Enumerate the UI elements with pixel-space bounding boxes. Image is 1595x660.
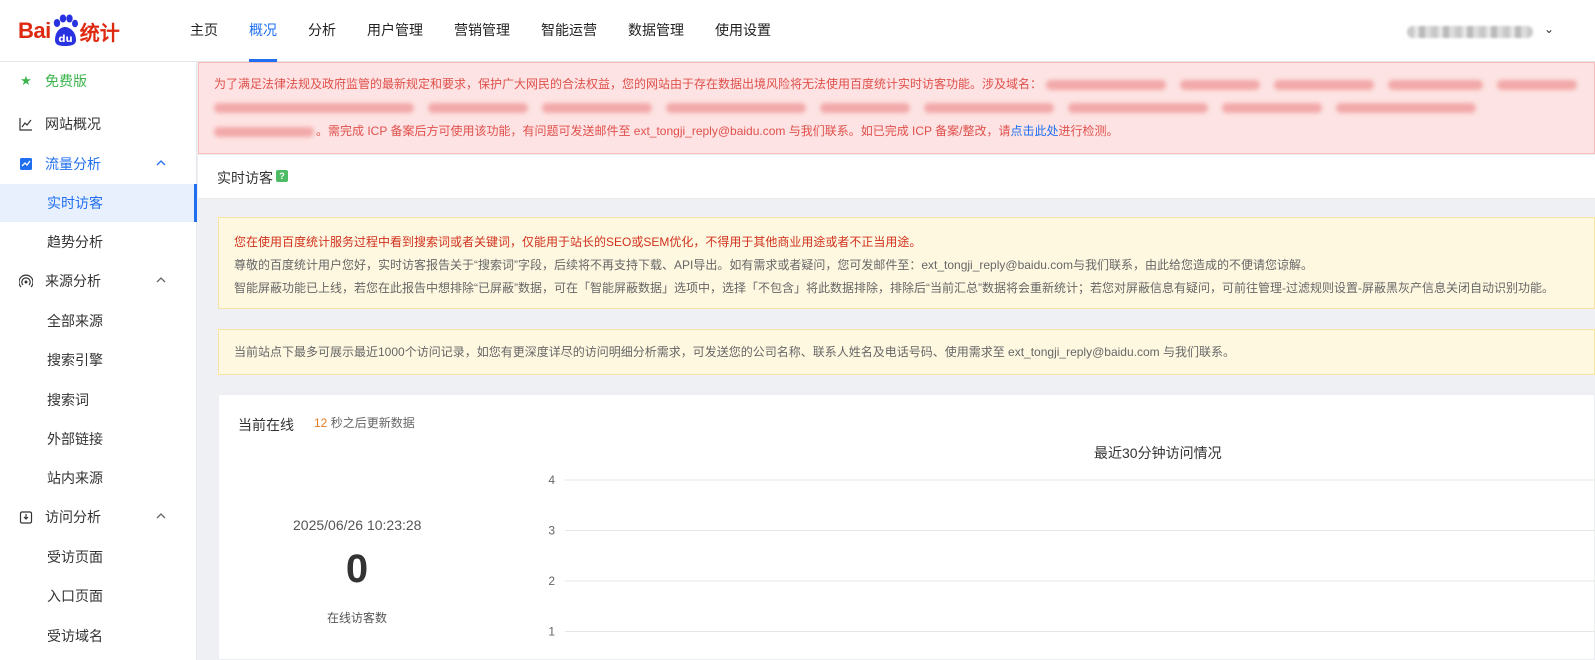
logo-text-bai: Bai	[18, 18, 51, 43]
user-menu-chevron-icon[interactable]: ⌄	[1544, 22, 1554, 36]
baidu-tongji-logo[interactable]: Bai du 统计	[18, 12, 120, 50]
chevron-up-icon[interactable]	[155, 510, 167, 522]
redacted-domain	[666, 103, 806, 114]
alert-text: 为了满足法律法规及政府监管的最新规定和要求，保护广大网民的合法权益，您的网站由于…	[214, 77, 1043, 92]
sidebar-section-source-analysis[interactable]: 来源分析	[0, 262, 197, 300]
sidebar-item-search-engines[interactable]: 搜索引擎	[0, 341, 197, 379]
nav-item-settings[interactable]: 使用设置	[715, 0, 771, 62]
alert-text: 进行检测。	[1058, 124, 1119, 139]
sidebar-item-free-version[interactable]: ★ 免费版	[0, 62, 197, 100]
redacted-domain	[1180, 79, 1261, 90]
record-limit-notice: 当前站点下最多可展示最近1000个访问记录，如您有更深度详尽的访问明细分析需求，…	[218, 329, 1595, 375]
sidebar-item-label: 访问分析	[45, 509, 101, 525]
notice-warning-text: 您在使用百度统计服务过程中看到搜索词或者关键词，仅能用于站长的SEO或SEM优化…	[234, 235, 922, 249]
logo-text-du: du	[58, 34, 72, 45]
traffic-chart-icon	[18, 156, 34, 172]
redacted-domain	[1274, 79, 1375, 90]
countdown-seconds: 12	[314, 416, 328, 430]
nav-item-overview[interactable]: 概况	[249, 0, 277, 62]
compliance-alert-banner: 为了满足法律法规及政府监管的最新规定和要求，保护广大网民的合法权益，您的网站由于…	[198, 62, 1595, 154]
sidebar-item-label: 免费版	[45, 73, 87, 89]
alert-line-1: 为了满足法律法规及政府监管的最新规定和要求，保护广大网民的合法权益，您的网站由于…	[214, 73, 1594, 97]
visit-analysis-icon	[18, 509, 34, 525]
user-account-redacted[interactable]	[1407, 26, 1533, 38]
logo-text-tongji: 统计	[79, 22, 120, 45]
sidebar-section-traffic-analysis[interactable]: 流量分析	[0, 145, 197, 183]
page-header: 实时访客 ?	[198, 155, 1595, 199]
signal-icon	[18, 273, 34, 289]
y-tick-label: 2	[548, 574, 555, 588]
usage-notice: 您在使用百度统计服务过程中看到搜索词或者关键词，仅能用于站长的SEO或SEM优化…	[218, 217, 1595, 309]
redacted-domain	[1497, 79, 1578, 90]
sidebar-item-realtime-visitors[interactable]: 实时访客	[0, 184, 197, 222]
help-icon[interactable]: ?	[276, 170, 288, 182]
y-tick-label: 3	[548, 524, 555, 538]
alert-line-2	[214, 97, 1594, 121]
redacted-domain	[924, 103, 1054, 114]
main-nav: 主页 概况 分析 用户管理 营销管理 智能运营 数据管理 使用设置	[190, 0, 802, 62]
sidebar-item-visited-domains[interactable]: 受访域名	[0, 617, 197, 655]
sidebar: ★ 免费版 网站概况 流量分析 实时访客 趋势分析 来源分析 全部来源 搜索引擎…	[0, 62, 197, 660]
nav-item-user-management[interactable]: 用户管理	[367, 0, 423, 62]
check-link[interactable]: 点击此处	[1011, 120, 1059, 143]
line-chart-icon	[18, 116, 34, 132]
sidebar-item-internal-sources[interactable]: 站内来源	[0, 459, 197, 497]
online-title: 当前在线	[238, 417, 294, 433]
chart-title: 最近30分钟访问情况	[1094, 445, 1222, 461]
nav-item-marketing[interactable]: 营销管理	[454, 0, 510, 62]
sidebar-item-search-terms[interactable]: 搜索词	[0, 381, 197, 419]
nav-item-data-management[interactable]: 数据管理	[628, 0, 684, 62]
y-tick-label: 4	[548, 473, 555, 487]
online-visitor-count: 0	[345, 547, 369, 591]
alert-line-3: 。需完成 ICP 备案后方可使用该功能，有问题可发送邮件至 ext_tongji…	[214, 120, 1594, 144]
chevron-up-icon[interactable]	[155, 274, 167, 286]
sidebar-item-trend-analysis[interactable]: 趋势分析	[0, 223, 197, 261]
redacted-domain	[1222, 103, 1322, 114]
sidebar-item-all-sources[interactable]: 全部来源	[0, 302, 197, 340]
nav-item-smart-ops[interactable]: 智能运营	[541, 0, 597, 62]
redacted-domain	[428, 103, 528, 114]
visits-line-chart: 4 3 2 1	[548, 473, 1595, 639]
top-navigation-bar: Bai du 统计 主页 概况 分析 用户管理 营销管理 智能运营 数据管理 使…	[0, 0, 1595, 62]
current-timestamp: 2025/06/26 10:23:28	[293, 517, 422, 533]
nav-item-analysis[interactable]: 分析	[308, 0, 336, 62]
y-tick-label: 1	[548, 625, 555, 639]
online-visitor-caption: 在线访客数	[326, 611, 387, 625]
redacted-domain	[1388, 79, 1484, 90]
page-title: 实时访客	[217, 170, 273, 186]
redacted-domain	[214, 126, 314, 137]
sidebar-section-visit-analysis[interactable]: 访问分析	[0, 498, 197, 536]
chevron-up-icon[interactable]	[155, 157, 167, 169]
sidebar-item-label: 来源分析	[45, 273, 101, 289]
sidebar-item-site-overview[interactable]: 网站概况	[0, 105, 197, 143]
redacted-domain	[820, 103, 910, 114]
sidebar-item-entry-pages[interactable]: 入口页面	[0, 577, 197, 615]
redacted-domain	[214, 103, 414, 114]
nav-item-home[interactable]: 主页	[190, 0, 218, 62]
refresh-countdown: 12 秒之后更新数据	[314, 414, 415, 431]
redacted-domain	[542, 103, 652, 114]
baidu-paw-icon: du	[53, 14, 78, 46]
sidebar-item-label: 网站概况	[45, 116, 101, 132]
online-visitors-card: 当前在线 12 秒之后更新数据 2025/06/26 10:23:28 0 在线…	[218, 394, 1595, 660]
sidebar-item-visited-pages[interactable]: 受访页面	[0, 538, 197, 576]
redacted-domain	[1336, 103, 1476, 114]
star-icon: ★	[20, 73, 32, 88]
notice-text: 尊敬的百度统计用户您好，实时访客报告关于“搜索词”字段，后续将不再支持下载、AP…	[234, 258, 1313, 272]
countdown-suffix: 秒之后更新数据	[330, 416, 415, 430]
sidebar-item-label: 流量分析	[45, 156, 101, 172]
sidebar-item-external-links[interactable]: 外部链接	[0, 420, 197, 458]
alert-text: 。需完成 ICP 备案后方可使用该功能，有问题可发送邮件至 ext_tongji…	[316, 124, 1011, 139]
notice-text: 智能屏蔽功能已上线，若您在此报告中想排除“已屏蔽”数据，可在「智能屏蔽数据」选项…	[234, 281, 1554, 295]
redacted-domain	[1068, 103, 1208, 114]
redacted-domain	[1046, 79, 1167, 90]
